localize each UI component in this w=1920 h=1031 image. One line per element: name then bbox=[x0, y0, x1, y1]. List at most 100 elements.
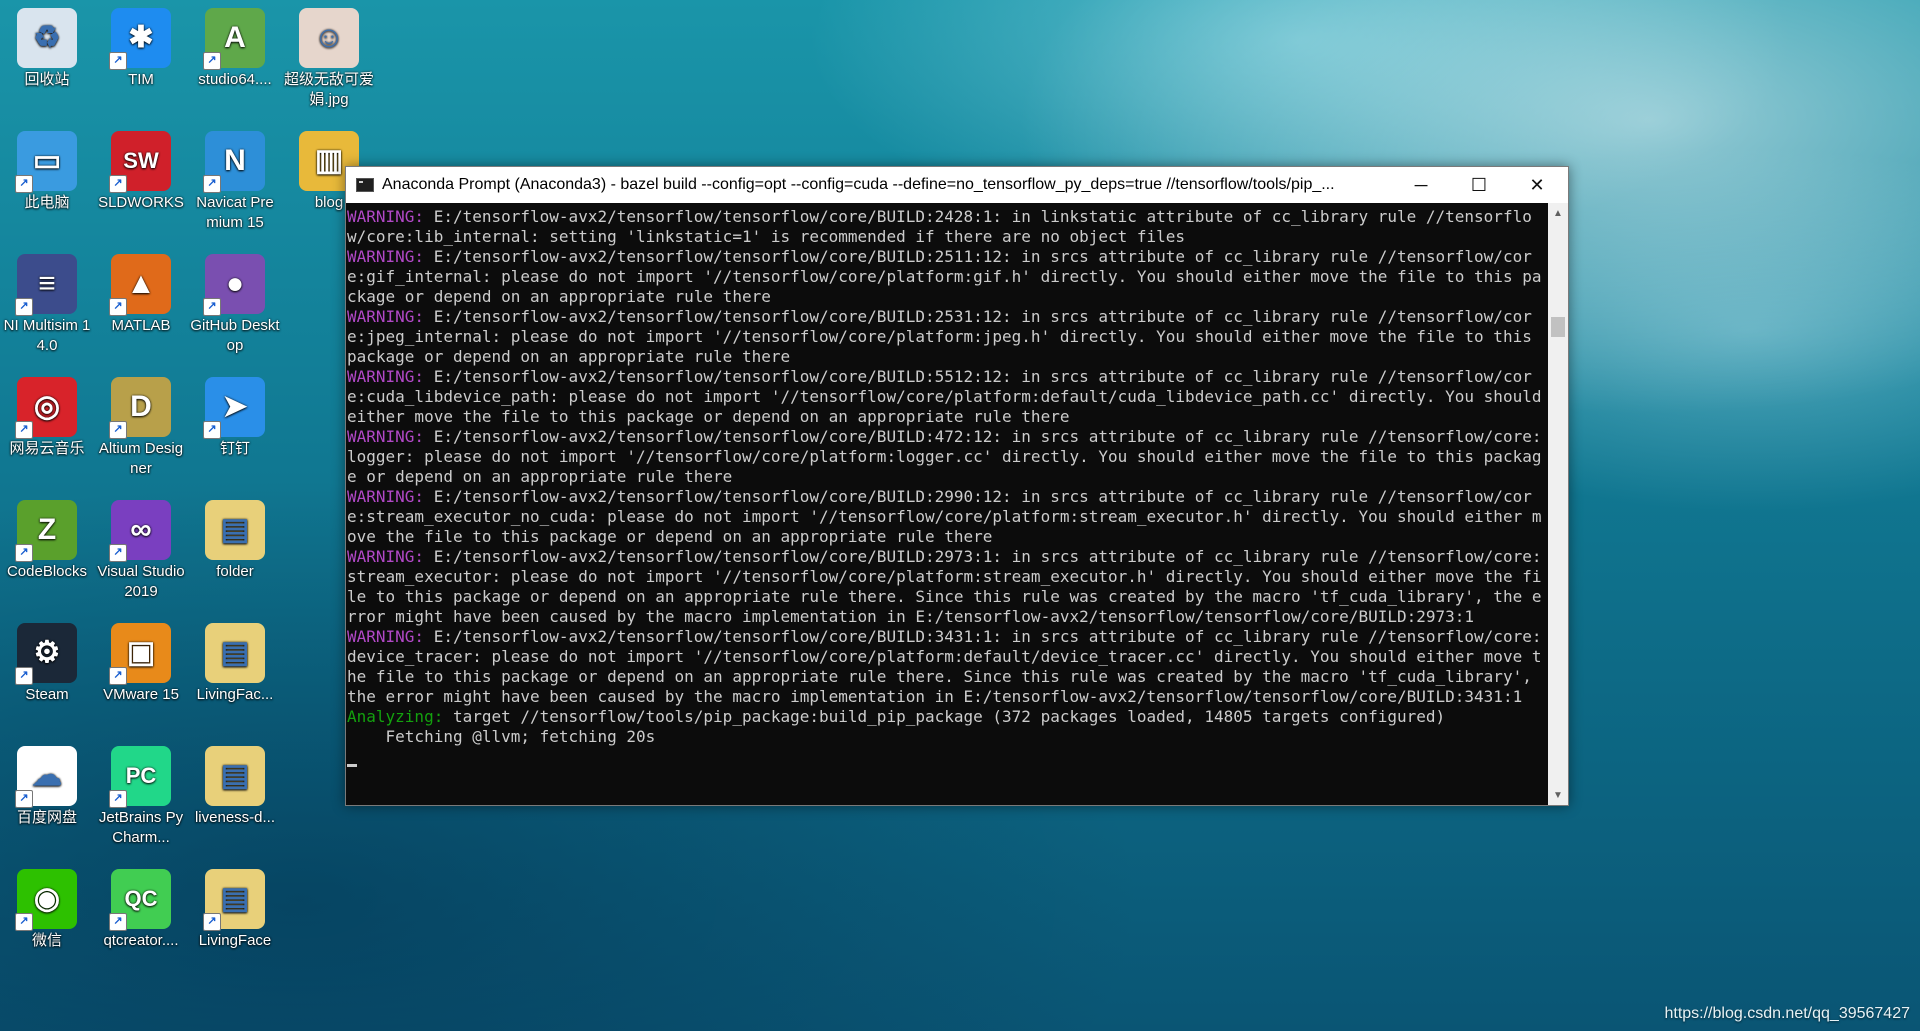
console-line-text: target //tensorflow/tools/pip_package:bu… bbox=[443, 707, 1446, 726]
shortcut-arrow-icon: ↗ bbox=[109, 52, 127, 70]
baidu-netdisk-icon: ☁ ↗ bbox=[15, 746, 77, 808]
desktop-icon-folder[interactable]: ▤ folder bbox=[188, 496, 282, 582]
desktop-icon-dingtalk[interactable]: ➤ ↗ 钉钉 bbox=[188, 373, 282, 459]
text-cursor bbox=[347, 764, 357, 767]
shortcut-arrow-icon: ↗ bbox=[203, 913, 221, 931]
console-line: WARNING: E:/tensorflow-avx2/tensorflow/t… bbox=[347, 547, 1548, 627]
desktop-icon-pycharm[interactable]: PC ↗ JetBrains PyCharm... bbox=[94, 742, 188, 848]
wechat-icon: ◉ ↗ bbox=[15, 869, 77, 931]
console-line: WARNING: E:/tensorflow-avx2/tensorflow/t… bbox=[347, 207, 1548, 247]
desktop-icon-label: liveness-d... bbox=[194, 809, 276, 826]
console-line: Analyzing: target //tensorflow/tools/pip… bbox=[347, 707, 1548, 727]
shortcut-arrow-icon: ↗ bbox=[15, 667, 33, 685]
shortcut-arrow-icon: ↗ bbox=[109, 421, 127, 439]
desktop-icon-label: JetBrains PyCharm... bbox=[98, 809, 184, 846]
livingface-folder-icon: ▤ bbox=[205, 623, 265, 683]
android-studio-icon: A ↗ bbox=[203, 8, 265, 70]
console-line: WARNING: E:/tensorflow-avx2/tensorflow/t… bbox=[347, 627, 1548, 707]
scrollbar-thumb[interactable] bbox=[1551, 317, 1565, 337]
matlab-icon: ▲ ↗ bbox=[109, 254, 171, 316]
desktop-icon-label: GitHub Desktop bbox=[190, 317, 280, 354]
folder-icon: ▤ bbox=[205, 500, 265, 560]
warning-label: WARNING: bbox=[347, 487, 425, 506]
desktop-icon-label: Steam bbox=[25, 686, 69, 703]
desktop-icon-baidu-netdisk[interactable]: ☁ ↗ 百度网盘 bbox=[0, 742, 94, 828]
scroll-up-arrow-icon[interactable]: ▲ bbox=[1548, 203, 1568, 223]
desktop-icon-label: SLDWORKS bbox=[98, 194, 184, 211]
desktop-icon-label: LivingFac... bbox=[196, 686, 274, 703]
desktop-icon-android-studio[interactable]: A ↗ studio64.... bbox=[188, 4, 282, 90]
desktop-icon-multisim[interactable]: ≡ ↗ NI Multisim 14.0 bbox=[0, 250, 94, 356]
desktop-icon-label: VMware 15 bbox=[103, 686, 179, 703]
warning-label: WARNING: bbox=[347, 207, 425, 226]
desktop-icon-label: 此电脑 bbox=[24, 194, 70, 211]
netease-music-icon: ◎ ↗ bbox=[15, 377, 77, 439]
codeblocks-icon: Z ↗ bbox=[15, 500, 77, 562]
desktop-icon-liveness-folder[interactable]: ▤ liveness-d... bbox=[188, 742, 282, 828]
vmware-icon: ▣ ↗ bbox=[109, 623, 171, 685]
desktop-icon-qtcreator[interactable]: QC ↗ qtcreator.... bbox=[94, 865, 188, 951]
desktop-icon-recycle-bin[interactable]: ♻ 回收站 bbox=[0, 4, 94, 90]
scroll-down-arrow-icon[interactable]: ▼ bbox=[1548, 785, 1568, 805]
qtcreator-icon: QC ↗ bbox=[109, 869, 171, 931]
console-line: WARNING: E:/tensorflow-avx2/tensorflow/t… bbox=[347, 307, 1548, 367]
desktop-icon-label: 网易云音乐 bbox=[9, 440, 85, 457]
warning-label: WARNING: bbox=[347, 627, 425, 646]
desktop-icon-vmware[interactable]: ▣ ↗ VMware 15 bbox=[94, 619, 188, 705]
minimize-button[interactable]: ─ bbox=[1392, 167, 1450, 203]
shortcut-arrow-icon: ↗ bbox=[109, 790, 127, 808]
tim-icon: ✱ ↗ bbox=[109, 8, 171, 70]
desktop-icon-codeblocks[interactable]: Z ↗ CodeBlocks bbox=[0, 496, 94, 582]
maximize-button[interactable]: ☐ bbox=[1450, 167, 1508, 203]
desktop-icon-altium[interactable]: D ↗ Altium Designer bbox=[94, 373, 188, 479]
console-line-text: E:/tensorflow-avx2/tensorflow/tensorflow… bbox=[347, 367, 1542, 426]
desktop-icon-label: CodeBlocks bbox=[6, 563, 88, 580]
shortcut-arrow-icon: ↗ bbox=[109, 298, 127, 316]
console-output[interactable]: WARNING: E:/tensorflow-avx2/tensorflow/t… bbox=[346, 203, 1548, 805]
console-line-text: Fetching @llvm; fetching 20s bbox=[347, 727, 656, 746]
desktop-icon-label: 钉钉 bbox=[219, 440, 250, 457]
warning-label: WARNING: bbox=[347, 307, 425, 326]
desktop-icon-wechat[interactable]: ◉ ↗ 微信 bbox=[0, 865, 94, 951]
shortcut-arrow-icon: ↗ bbox=[109, 667, 127, 685]
close-button[interactable]: ✕ bbox=[1508, 167, 1566, 203]
livingface-icon: ▤ ↗ bbox=[203, 869, 265, 931]
desktop: ♻ 回收站 ✱ ↗ TIM A ↗ studio64.... ☺ 超级无敌可爱娟.jpg ▭ ↗ 此电脑… bbox=[0, 0, 1920, 1031]
visual-studio-icon: ∞ ↗ bbox=[109, 500, 171, 562]
desktop-icon-livingface[interactable]: ▤ ↗ LivingFace bbox=[188, 865, 282, 951]
desktop-icon-label: TIM bbox=[128, 71, 154, 88]
shortcut-arrow-icon: ↗ bbox=[15, 175, 33, 193]
desktop-icon-netease-music[interactable]: ◎ ↗ 网易云音乐 bbox=[0, 373, 94, 459]
pycharm-icon: PC ↗ bbox=[109, 746, 171, 808]
desktop-icon-label: Navicat Premium 15 bbox=[196, 194, 274, 231]
warning-label: WARNING: bbox=[347, 547, 425, 566]
shortcut-arrow-icon: ↗ bbox=[203, 52, 221, 70]
anaconda-prompt-window[interactable]: Anaconda Prompt (Anaconda3) - bazel buil… bbox=[345, 166, 1569, 806]
desktop-icon-navicat[interactable]: N ↗ Navicat Premium 15 bbox=[188, 127, 282, 233]
window-titlebar[interactable]: Anaconda Prompt (Anaconda3) - bazel buil… bbox=[346, 167, 1568, 203]
desktop-icon-label: Altium Designer bbox=[98, 440, 184, 477]
vertical-scrollbar[interactable]: ▲ ▼ bbox=[1548, 203, 1568, 805]
console-line-text: E:/tensorflow-avx2/tensorflow/tensorflow… bbox=[347, 207, 1532, 246]
shortcut-arrow-icon: ↗ bbox=[109, 913, 127, 931]
altium-icon: D ↗ bbox=[109, 377, 171, 439]
shortcut-arrow-icon: ↗ bbox=[15, 913, 33, 931]
github-desktop-icon: ● ↗ bbox=[203, 254, 265, 316]
shortcut-arrow-icon: ↗ bbox=[203, 175, 221, 193]
desktop-icon-label: LivingFace bbox=[198, 932, 272, 949]
shortcut-arrow-icon: ↗ bbox=[203, 421, 221, 439]
desktop-icon-solidworks[interactable]: SW ↗ SLDWORKS bbox=[94, 127, 188, 213]
desktop-icon-matlab[interactable]: ▲ ↗ MATLAB bbox=[94, 250, 188, 336]
desktop-icon-label: 超级无敌可爱娟.jpg bbox=[284, 71, 375, 108]
dingtalk-icon: ➤ ↗ bbox=[203, 377, 265, 439]
desktop-icon-livingface-folder[interactable]: ▤ LivingFac... bbox=[188, 619, 282, 705]
desktop-icon-photo-file[interactable]: ☺ 超级无敌可爱娟.jpg bbox=[282, 4, 376, 110]
desktop-icon-this-pc[interactable]: ▭ ↗ 此电脑 bbox=[0, 127, 94, 213]
desktop-icon-github-desktop[interactable]: ● ↗ GitHub Desktop bbox=[188, 250, 282, 356]
warning-label: WARNING: bbox=[347, 247, 425, 266]
desktop-icon-steam[interactable]: ⚙ ↗ Steam bbox=[0, 619, 94, 705]
console-line: Fetching @llvm; fetching 20s bbox=[347, 727, 1548, 747]
desktop-icon-visual-studio[interactable]: ∞ ↗ Visual Studio 2019 bbox=[94, 496, 188, 602]
desktop-icon-tim[interactable]: ✱ ↗ TIM bbox=[94, 4, 188, 90]
this-pc-icon: ▭ ↗ bbox=[15, 131, 77, 193]
